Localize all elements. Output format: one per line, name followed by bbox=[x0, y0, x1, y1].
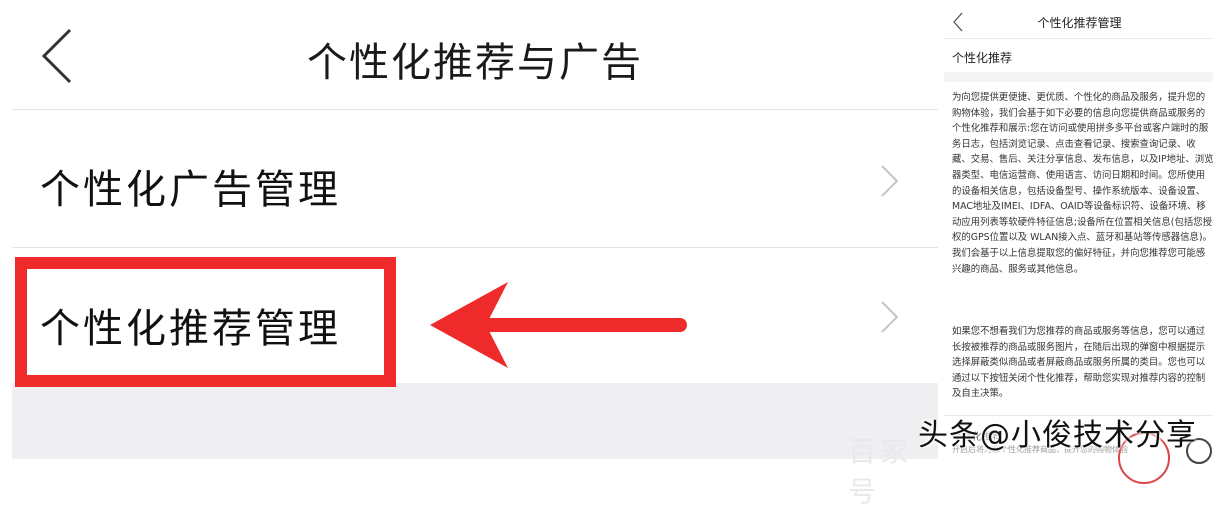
section-title: 个性化推荐 bbox=[952, 51, 1013, 65]
header-divider bbox=[944, 38, 1213, 39]
description-paragraph: 为向您提供更便捷、更优质、个性化的商品及服务，提升您的购物体验，我们会基于如下必… bbox=[952, 92, 1214, 275]
section-separator bbox=[944, 72, 1213, 82]
chevron-right-icon bbox=[881, 301, 899, 333]
back-arrow-icon[interactable] bbox=[38, 28, 84, 84]
chevron-right-icon bbox=[881, 165, 899, 197]
header-divider bbox=[12, 109, 938, 110]
ad-management-item[interactable]: 个性化广告管理 bbox=[12, 112, 938, 244]
ad-management-label: 个性化广告管理 bbox=[40, 167, 341, 213]
page-title: 个性化推荐管理 bbox=[1037, 16, 1122, 30]
right-panel: 个性化推荐管理 个性化推荐 为向您提供更便捷、更优质、个性化的商品及服务，提升您… bbox=[938, 0, 1221, 459]
watermark-overlay: 头条@小俊技术分享 bbox=[918, 418, 1197, 453]
red-arrow-icon bbox=[430, 282, 687, 368]
highlight-box bbox=[15, 257, 396, 387]
page-title: 个性化推荐与广告 bbox=[307, 40, 643, 86]
left-panel: 个性化推荐与广告 个性化广告管理 个性化推荐管理 百家号 bbox=[0, 0, 938, 508]
opt-out-paragraph: 如果您不想看我们为您推荐的商品或服务等信息，您可以通过长按被推荐的商品或服务图片… bbox=[952, 326, 1206, 400]
gray-background-area bbox=[12, 383, 938, 459]
row-divider bbox=[12, 247, 938, 248]
